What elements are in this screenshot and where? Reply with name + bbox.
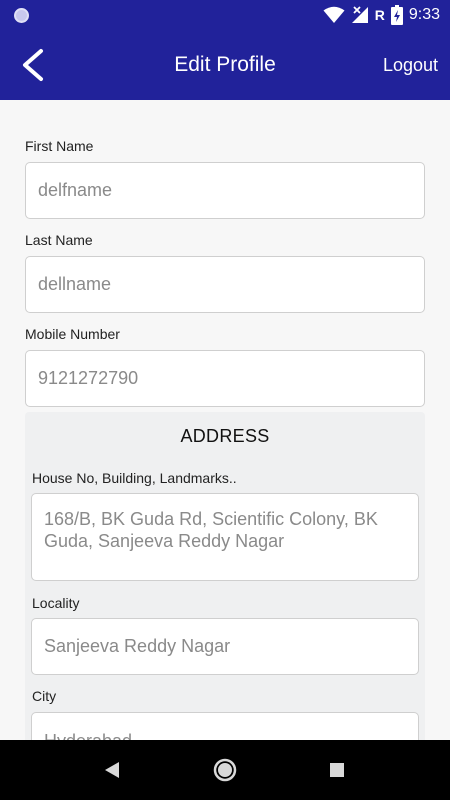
back-triangle-icon bbox=[105, 762, 119, 778]
chevron-left-icon bbox=[23, 49, 43, 81]
house-address-field[interactable]: 168/B, BK Guda Rd, Scientific Colony, BK… bbox=[31, 493, 419, 581]
address-card: ADDRESS House No, Building, Landmarks.. … bbox=[25, 412, 425, 740]
system-nav-bar bbox=[0, 740, 450, 800]
recents-square-icon bbox=[330, 763, 344, 777]
status-icons: R 9:33 bbox=[323, 0, 440, 30]
status-time: 9:33 bbox=[408, 6, 440, 23]
nav-recents-button[interactable] bbox=[307, 740, 367, 800]
status-bar: R 9:33 bbox=[0, 0, 450, 30]
city-label: City bbox=[32, 688, 57, 704]
last-name-field[interactable]: dellname bbox=[25, 256, 425, 313]
app-bar: Edit Profile Logout bbox=[0, 30, 450, 100]
notification-dot-icon bbox=[14, 8, 29, 23]
last-name-label: Last Name bbox=[25, 232, 93, 248]
battery-charging-icon bbox=[390, 5, 403, 25]
network-type-label: R bbox=[374, 7, 385, 23]
home-circle-icon bbox=[213, 758, 237, 782]
house-label: House No, Building, Landmarks.. bbox=[32, 470, 237, 486]
cell-signal-icon bbox=[351, 6, 368, 23]
locality-label: Locality bbox=[32, 595, 80, 611]
first-name-field[interactable]: delfname bbox=[25, 162, 425, 219]
mobile-number-field[interactable]: 9121272790 bbox=[25, 350, 425, 407]
first-name-label: First Name bbox=[25, 138, 94, 154]
edit-profile-form: First Name delfname Last Name dellname M… bbox=[0, 100, 450, 740]
nav-back-button[interactable] bbox=[82, 740, 142, 800]
back-button[interactable] bbox=[10, 43, 54, 87]
mobile-number-label: Mobile Number bbox=[25, 326, 120, 342]
city-field[interactable]: Hyderabad bbox=[31, 712, 419, 740]
wifi-icon bbox=[323, 6, 345, 23]
address-heading: ADDRESS bbox=[180, 426, 270, 446]
logout-button[interactable]: Logout bbox=[383, 30, 438, 100]
nav-home-button[interactable] bbox=[195, 740, 255, 800]
locality-field[interactable]: Sanjeeva Reddy Nagar bbox=[31, 618, 419, 675]
